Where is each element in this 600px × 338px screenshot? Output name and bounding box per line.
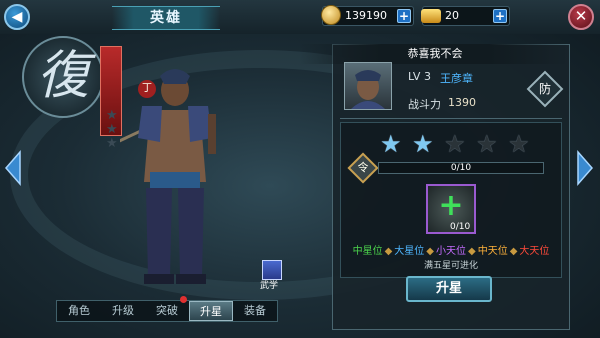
page-title: 英雄 [112,6,220,30]
coin-counter: 139190 + [321,5,414,26]
combat-power-value: 1390 [448,96,476,109]
rank-label: 中天位 [477,246,508,257]
tab-star-up[interactable]: 升星 [189,301,233,321]
player-name-banner: 恭喜我不会 [300,44,570,64]
combat-power-label: 战斗力 [408,98,441,111]
hero-tabs: 角色 升级 突破 升星 装备 [56,300,278,322]
rank-separator-icon: ◆ [509,246,518,257]
back-button[interactable]: ◀ [4,4,30,30]
rank-separator-icon: ◆ [426,246,434,257]
gold-ingot-icon [421,9,441,23]
star-empty-icon: ★ [508,130,530,158]
hero-rank-star-icon: ★ [106,108,118,123]
coin-amount: 139190 [345,9,387,22]
tab-role[interactable]: 角色 [57,301,101,321]
close-icon: ✕ [574,7,588,25]
martial-arts-label: 武学 [260,281,279,291]
hero-name: 王彦章 [440,72,473,85]
next-hero-arrow-icon[interactable] [574,150,596,186]
hero-rank-star-icon: ★ [106,122,118,137]
hero-portrait [344,62,392,110]
rank-label: 大天位 [519,246,550,257]
plus-icon: + [438,188,464,223]
coin-icon [321,5,341,25]
class-glyph: 防 [538,82,551,96]
hero-level: LV 3 [408,70,431,83]
star-rank-legend: 中星位 ◆ 大星位 ◆ 小天位 ◆ 中天位 ◆ 大天位 [340,242,562,257]
star-empty-icon: ★ [444,130,466,158]
star-up-button[interactable]: 升星 [406,276,492,302]
star-progress-text: 0/10 [450,163,472,173]
hero-rank-star-icon: ★ [106,136,118,151]
rank-label: 小天位 [436,246,466,257]
martial-arts-button[interactable]: 武学 [258,260,288,291]
notification-dot [180,296,187,303]
add-coins-button[interactable]: + [397,9,411,23]
tab-equipment[interactable]: 装备 [233,301,277,321]
tab-breakthrough[interactable]: 突破 [145,301,189,321]
rank-separator-icon: ◆ [384,246,393,257]
star-filled-icon: ★ [380,130,402,158]
star-filled-icon: ★ [412,130,434,158]
material-count: 0/10 [450,222,471,232]
rank-separator-icon: ◆ [468,246,476,257]
divider [340,118,562,119]
token-glyph: 令 [357,161,369,174]
faction-emblem: 復 [22,36,104,118]
evolve-hint: 满五星可进化 [423,261,478,271]
ingot-counter: 20 + [421,6,510,26]
ingot-amount: 20 [445,9,459,22]
book-icon [262,260,282,280]
add-ingots-button[interactable]: + [493,9,507,23]
rank-label: 中星位 [352,246,383,257]
previous-hero-arrow-icon[interactable] [2,150,24,186]
arrow-left-icon: ◀ [11,9,23,25]
top-bar [0,0,600,34]
rank-label: 大星位 [394,246,425,257]
hero-figure [120,69,216,284]
tab-level-up[interactable]: 升级 [101,301,145,321]
star-empty-icon: ★ [476,130,498,158]
close-button[interactable]: ✕ [568,4,594,30]
